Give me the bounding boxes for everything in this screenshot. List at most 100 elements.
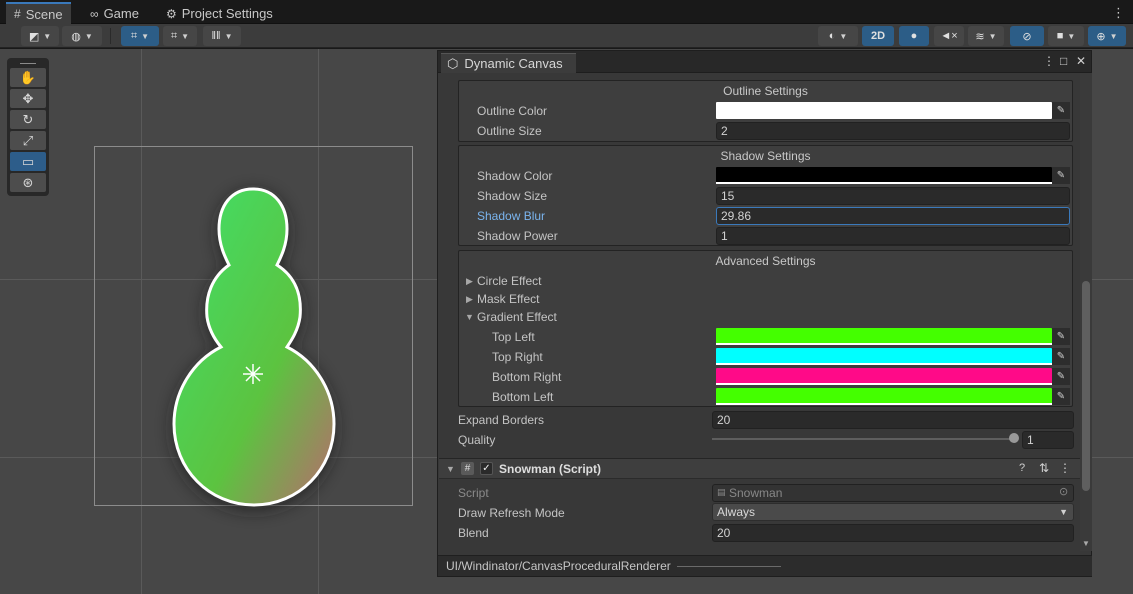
grid-snap-icon: ⌗ xyxy=(130,29,138,42)
component-title: Snowman (Script) xyxy=(499,462,602,476)
shadow-blur-label: Shadow Blur xyxy=(477,209,546,223)
tab-dynamic-canvas[interactable]: ⬡ Dynamic Canvas xyxy=(441,53,576,73)
tab-scene-label: Scene xyxy=(25,6,63,22)
alpha-bar xyxy=(716,363,1052,365)
chevron-right-icon[interactable]: ▶ xyxy=(466,294,473,305)
maximize-icon[interactable]: □ xyxy=(1060,54,1067,68)
scene-visibility-button[interactable]: ⊘ xyxy=(1010,26,1044,46)
eye-off-icon: ⊘ xyxy=(1022,30,1032,43)
outline-settings-title: Outline Settings xyxy=(723,84,808,98)
window-menu-icon[interactable]: ⋮ xyxy=(1112,5,1125,21)
eyedropper-icon[interactable]: ✎ xyxy=(1052,328,1070,345)
eyedropper-icon[interactable]: ✎ xyxy=(1052,368,1070,385)
grid-visibility-button[interactable]: ⌗ ▼ xyxy=(163,26,197,46)
transform-tool-icon[interactable]: ⊛ xyxy=(10,173,46,192)
quality-field[interactable]: 1 xyxy=(1022,431,1074,449)
preset-icon[interactable]: ⇅ xyxy=(1039,461,1049,475)
quality-slider-track[interactable] xyxy=(712,438,1016,440)
drag-handle[interactable] xyxy=(20,63,36,64)
file-icon: ▤ xyxy=(717,487,726,497)
eyedropper-icon[interactable]: ✎ xyxy=(1052,388,1070,405)
shadow-power-field[interactable]: 1 xyxy=(716,227,1070,245)
draw-refresh-mode-dropdown[interactable]: Always ▼ xyxy=(712,503,1074,521)
rotate-tool-icon[interactable]: ↻ xyxy=(10,110,46,129)
grid-icon: ⌗ xyxy=(170,29,178,42)
expand-borders-label: Expand Borders xyxy=(458,413,545,427)
chevron-down-icon: ▼ xyxy=(181,31,190,41)
shadow-color-field[interactable] xyxy=(716,167,1052,184)
window-menu-icon[interactable]: ⋮ xyxy=(1043,54,1055,68)
component-menu-icon[interactable]: ⋮ xyxy=(1059,461,1071,475)
window-tab-bar: # Scene ∞ Game ⚙ Project Settings ⋮ xyxy=(0,0,1133,24)
mask-effect-foldout[interactable]: Mask Effect xyxy=(477,292,539,306)
draw-mode-icon: ◩ xyxy=(28,30,40,43)
chevron-down-icon: ▼ xyxy=(988,31,997,41)
cube-icon: ⬡ xyxy=(447,55,459,71)
tab-project-settings-label: Project Settings xyxy=(181,6,273,21)
globe-icon: ◍ xyxy=(71,30,81,43)
scrollbar-thumb[interactable] xyxy=(1082,281,1090,491)
grid-snap-button[interactable]: ⌗ ▼ xyxy=(121,26,159,46)
alpha-bar xyxy=(716,343,1052,345)
scene-grid-icon: # xyxy=(14,7,21,21)
bottom-left-color-field[interactable] xyxy=(716,388,1052,405)
draw-mode-button[interactable]: ◩ ▼ xyxy=(21,26,59,46)
circle-effect-foldout[interactable]: Circle Effect xyxy=(477,274,541,288)
increment-snap-button[interactable]: ‖‖ ▼ xyxy=(203,26,241,46)
quality-label: Quality xyxy=(458,433,496,447)
outline-size-label: Outline Size xyxy=(477,124,542,138)
enabled-checkbox[interactable]: ✓ xyxy=(480,462,493,475)
tab-project-settings[interactable]: ⚙ Project Settings xyxy=(158,3,281,24)
pivot-icon xyxy=(243,364,263,384)
blend-field[interactable]: 20 xyxy=(712,524,1074,542)
inspector-scrollbar[interactable]: ▼ xyxy=(1080,73,1092,551)
outline-color-field[interactable] xyxy=(716,102,1052,119)
audio-toggle-button[interactable]: ◄× xyxy=(934,26,964,46)
snowman-component-header[interactable]: ▼ # ✓ Snowman (Script) ? ⇅ ⋮ xyxy=(439,458,1082,479)
shadow-size-field[interactable]: 15 xyxy=(716,187,1070,205)
close-icon[interactable]: ✕ xyxy=(1076,54,1086,68)
shading-mode-button[interactable]: ◐ ▼ xyxy=(818,26,858,46)
divider xyxy=(676,565,781,567)
chevron-down-icon: ▼ xyxy=(839,31,848,41)
inspector-footer: UI/Windinator/CanvasProceduralRenderer xyxy=(438,555,1092,576)
script-label: Script xyxy=(458,486,489,500)
gradient-effect-foldout[interactable]: Gradient Effect xyxy=(477,310,557,324)
gamepad-icon: ∞ xyxy=(90,6,99,21)
chevron-down-icon: ▼ xyxy=(1109,31,1118,41)
draw-refresh-mode-value: Always xyxy=(717,505,756,519)
eyedropper-icon[interactable]: ✎ xyxy=(1052,167,1070,184)
hand-tool-icon[interactable]: ✋ xyxy=(10,68,46,87)
camera-button[interactable]: ■ ▼ xyxy=(1048,26,1084,46)
object-picker-icon[interactable]: ⊙ xyxy=(1059,485,1068,498)
toggle-2d-button[interactable]: 2D xyxy=(862,26,894,46)
shadow-blur-field[interactable]: 29.86 xyxy=(716,207,1070,225)
help-icon[interactable]: ? xyxy=(1019,462,1025,474)
tab-scene[interactable]: # Scene xyxy=(6,2,71,24)
global-local-button[interactable]: ◍ ▼ xyxy=(62,26,102,46)
outline-size-field[interactable]: 2 xyxy=(716,122,1070,140)
chevron-down-icon[interactable]: ▼ xyxy=(446,464,455,474)
bottom-right-color-field[interactable] xyxy=(716,368,1052,385)
effects-button[interactable]: ≋ ▼ xyxy=(968,26,1004,46)
shadow-settings-title: Shadow Settings xyxy=(720,149,811,163)
top-right-color-field[interactable] xyxy=(716,348,1052,365)
gizmo-icon: ⊕ xyxy=(1096,30,1106,43)
scale-tool-icon[interactable]: ⤢ xyxy=(10,131,46,150)
eyedropper-icon[interactable]: ✎ xyxy=(1052,348,1070,365)
chevron-down-icon: ▼ xyxy=(1059,507,1068,517)
chevron-right-icon[interactable]: ▶ xyxy=(466,276,473,287)
tab-game[interactable]: ∞ Game xyxy=(82,3,147,24)
camera-icon: ■ xyxy=(1056,30,1064,42)
move-tool-icon[interactable]: ✥ xyxy=(10,89,46,108)
chevron-down-icon[interactable]: ▼ xyxy=(1082,539,1090,548)
top-left-color-field[interactable] xyxy=(716,328,1052,345)
expand-borders-field[interactable]: 20 xyxy=(712,411,1074,429)
lighting-toggle-button[interactable]: ● xyxy=(899,26,929,46)
rect-tool-icon[interactable]: ▭ xyxy=(10,152,46,171)
snowman-shape[interactable] xyxy=(150,169,370,529)
gizmos-button[interactable]: ⊕ ▼ xyxy=(1088,26,1126,46)
quality-slider-handle[interactable] xyxy=(1009,433,1019,443)
chevron-down-icon[interactable]: ▼ xyxy=(465,312,474,322)
eyedropper-icon[interactable]: ✎ xyxy=(1052,102,1070,119)
